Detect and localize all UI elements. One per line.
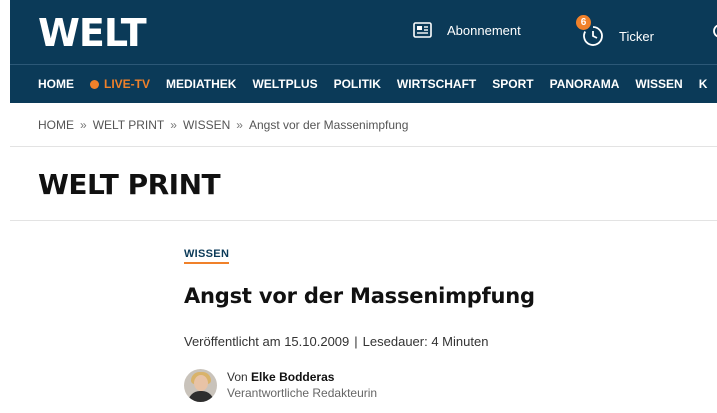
divider [10, 146, 717, 147]
article-headline: Angst vor der Massenimpfung [184, 284, 535, 308]
article-kicker[interactable]: WISSEN [184, 248, 230, 264]
nav-sport[interactable]: SPORT [492, 65, 533, 103]
clock-icon: 6 [576, 15, 604, 47]
nav-mediathek[interactable]: MEDIATHEK [166, 65, 236, 103]
breadcrumb-separator: » [80, 118, 87, 132]
ticker-count-badge: 6 [576, 15, 591, 30]
breadcrumb-home[interactable]: HOME [38, 118, 74, 132]
abonnement-link[interactable]: Abonnement [413, 22, 521, 38]
breadcrumb-welt-print[interactable]: WELT PRINT [93, 118, 165, 132]
nav-item-cut-off[interactable]: K [699, 65, 708, 103]
welt-logo[interactable]: WELT [38, 11, 147, 55]
author-name[interactable]: Elke Bodderas [251, 370, 334, 384]
published-date: Veröffentlicht am 15.10.2009 [184, 334, 350, 349]
divider [10, 220, 717, 221]
reading-time: Lesedauer: 4 Minuten [362, 334, 489, 349]
breadcrumb-current-article: Angst vor der Massenimpfung [248, 118, 409, 132]
avatar[interactable] [184, 369, 217, 402]
section-title[interactable]: WELT PRINT [38, 168, 221, 201]
nav-live-tv-label: LIVE-TV [104, 77, 151, 91]
nav-wirtschaft[interactable]: WIRTSCHAFT [397, 65, 476, 103]
main-navigation: HOME LIVE-TV MEDIATHEK WELTPLUS POLITIK … [10, 64, 717, 103]
author-role: Verantwortliche Redakteurin [227, 386, 378, 400]
ticker-link[interactable]: 6 Ticker [576, 15, 654, 47]
nav-live-tv[interactable]: LIVE-TV [90, 65, 150, 103]
nav-weltplus[interactable]: WELTPLUS [252, 65, 317, 103]
top-header: WELT Abonnement 6 Ticker [10, 0, 717, 64]
article-meta: Veröffentlicht am 15.10.2009 | Lesedauer… [184, 334, 488, 349]
nav-wissen[interactable]: WISSEN [635, 65, 682, 103]
breadcrumb-wissen[interactable]: WISSEN [183, 118, 230, 132]
nav-politik[interactable]: POLITIK [334, 65, 381, 103]
nav-home[interactable]: HOME [38, 65, 74, 103]
live-dot-icon [90, 79, 99, 89]
author-prefix: Von [227, 370, 248, 384]
search-icon[interactable] [712, 24, 717, 45]
meta-separator: | [354, 334, 358, 349]
breadcrumb-separator: » [170, 118, 177, 132]
author-block: Von Elke Bodderas Verantwortliche Redakt… [184, 369, 377, 402]
breadcrumb-separator: » [236, 118, 243, 132]
breadcrumb: HOME » WELT PRINT » WISSEN » Angst vor d… [38, 118, 408, 132]
nav-panorama[interactable]: PANORAMA [550, 65, 620, 103]
newspaper-icon [413, 22, 432, 38]
author-line: Von Elke Bodderas [227, 369, 377, 385]
abonnement-label: Abonnement [447, 22, 521, 38]
ticker-label: Ticker [619, 28, 654, 44]
